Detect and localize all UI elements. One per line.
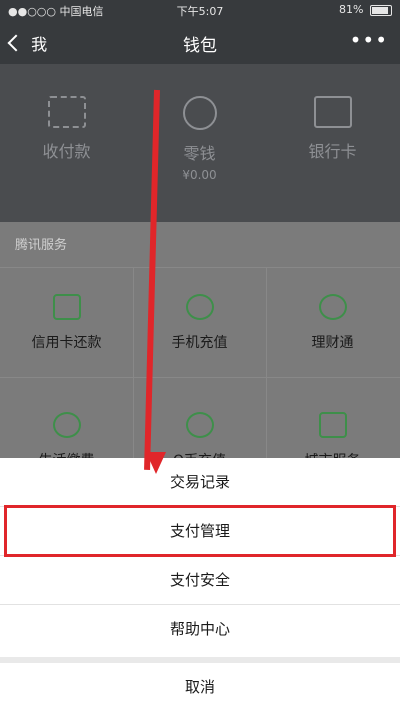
status-bar: ●●○○○ 中国电信 下午5:07 81% — [0, 0, 400, 20]
lightning-icon — [52, 412, 81, 438]
wallet-bank-card-label: 银行卡 — [308, 142, 357, 161]
wallet-header: 收付款 零钱 ¥0.00 银行卡 — [0, 64, 400, 222]
annotation-highlight-box — [4, 505, 396, 557]
annotation-arrow-head — [146, 452, 166, 474]
more-button[interactable]: ••• — [350, 28, 388, 52]
wallet-bank-card[interactable]: 银行卡 — [266, 96, 399, 162]
divider — [0, 377, 400, 378]
battery-icon — [370, 4, 392, 16]
action-sheet: 交易记录 支付管理 支付安全 帮助中心 取消 — [0, 458, 400, 711]
wallet-pay-receive-label: 收付款 — [42, 142, 91, 161]
yen-icon — [185, 294, 214, 320]
service-credit-card-repay[interactable]: 信用卡还款 — [0, 294, 133, 352]
divider — [0, 267, 400, 268]
wallet-change-icon — [182, 96, 217, 130]
option-transaction-records[interactable]: 交易记录 — [0, 458, 400, 507]
services-header: 腾讯服务 — [15, 238, 68, 253]
tencent-services: 腾讯服务 信用卡还款 手机充值 理财通 生活缴费 Q币充值 城市服务 — [0, 222, 400, 469]
service-wealth[interactable]: 理财通 — [266, 294, 399, 352]
option-payment-security[interactable]: 支付安全 — [0, 556, 400, 605]
battery-indicator: 81% — [339, 3, 392, 16]
wealth-icon — [318, 294, 347, 320]
page-title: 钱包 — [183, 36, 217, 56]
wallet-pay-receive[interactable]: 收付款 — [0, 96, 133, 162]
credit-card-icon — [52, 294, 81, 320]
service-label: 信用卡还款 — [31, 335, 102, 351]
option-help-center[interactable]: 帮助中心 — [0, 605, 400, 653]
battery-percent: 81% — [339, 3, 364, 16]
scan-icon — [47, 96, 86, 128]
penguin-icon — [185, 412, 214, 438]
cancel-button[interactable]: 取消 — [0, 663, 400, 711]
city-icon — [318, 412, 347, 438]
service-label: 理财通 — [311, 335, 354, 351]
bank-card-icon — [313, 96, 352, 128]
nav-bar: 我 钱包 ••• — [0, 20, 400, 64]
